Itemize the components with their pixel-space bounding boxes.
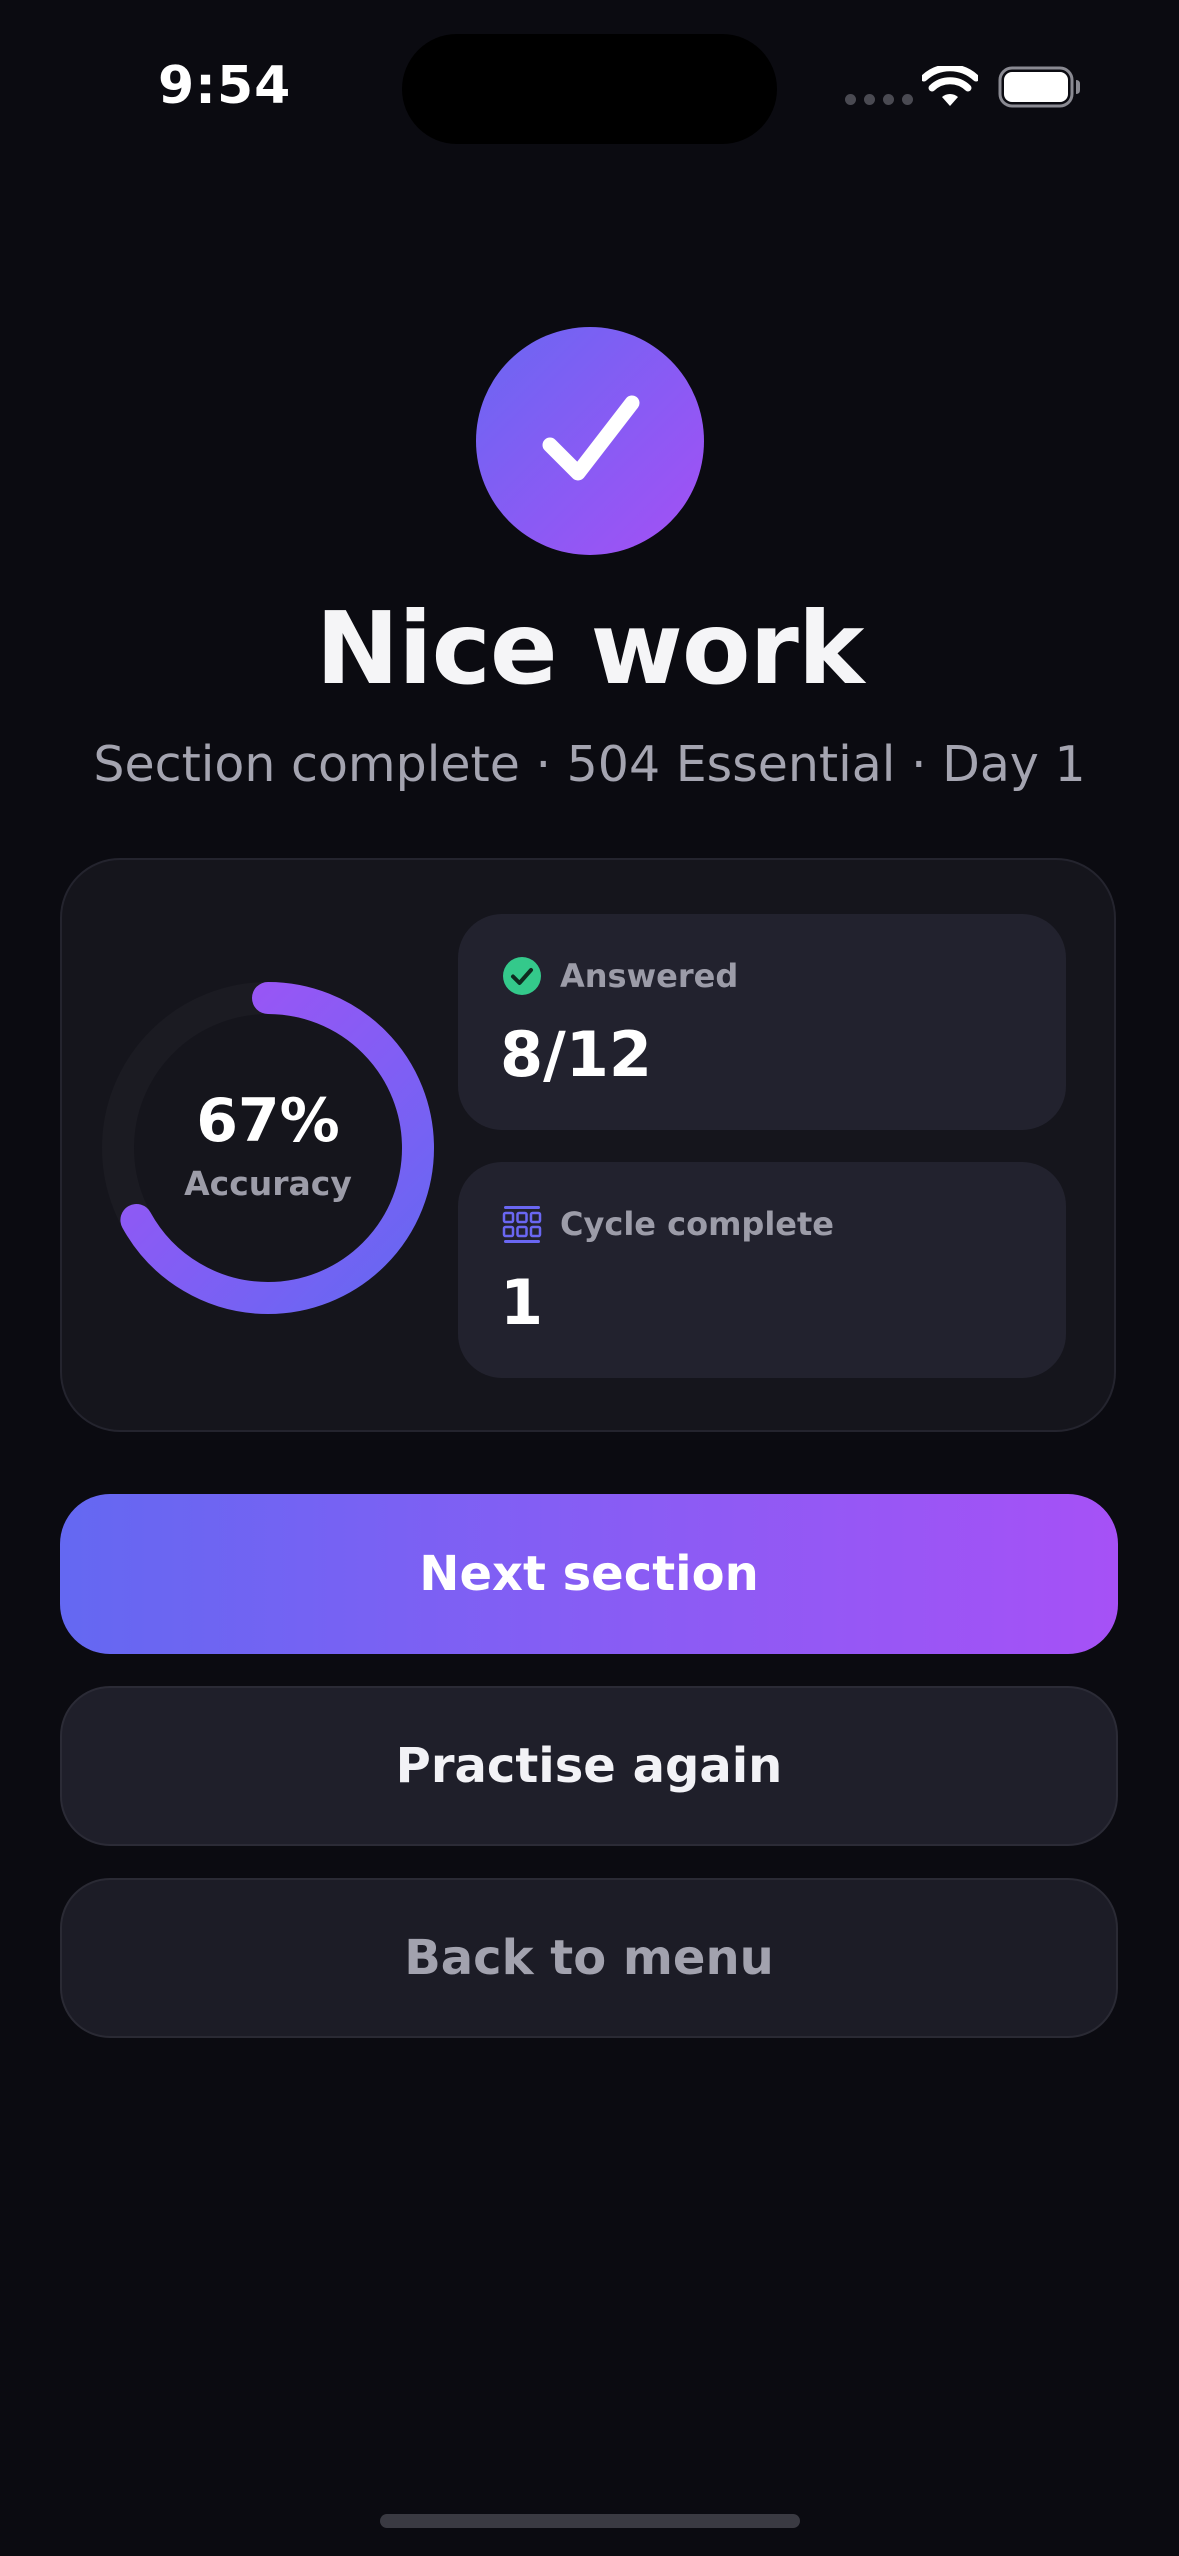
cellular-signal-icon [845, 94, 913, 105]
answered-value: 8/12 [500, 1018, 653, 1091]
page-subtitle: Section complete · 504 Essential · Day 1 [93, 736, 1086, 793]
check-circle-icon [502, 956, 542, 996]
accuracy-value: 67% [196, 1086, 340, 1156]
accuracy-label: Accuracy [184, 1164, 352, 1203]
results-card: 67% Accuracy Answered 8/12 Cycle complet… [60, 858, 1116, 1432]
cycle-stat: Cycle complete 1 [458, 1162, 1066, 1378]
grid-icon [502, 1204, 542, 1244]
dynamic-island [402, 34, 777, 144]
status-time: 9:54 [158, 56, 292, 116]
cycle-value: 1 [500, 1266, 544, 1339]
success-badge [476, 327, 704, 555]
practise-again-button[interactable]: Practise again [60, 1686, 1118, 1846]
answered-stat: Answered 8/12 [458, 914, 1066, 1130]
accuracy-ring: 67% Accuracy [98, 978, 438, 1318]
wifi-icon [922, 66, 978, 106]
page-title: Nice work [315, 590, 865, 707]
cycle-label: Cycle complete [560, 1205, 834, 1243]
battery-icon [998, 66, 1080, 108]
results-screen: 9:54 Nice work Section complete · 504 Es… [0, 0, 1179, 2556]
back-to-menu-button[interactable]: Back to menu [60, 1878, 1118, 2038]
home-indicator[interactable] [380, 2514, 800, 2528]
next-section-button[interactable]: Next section [60, 1494, 1118, 1654]
answered-label: Answered [560, 957, 739, 995]
checkmark-icon [542, 395, 640, 481]
